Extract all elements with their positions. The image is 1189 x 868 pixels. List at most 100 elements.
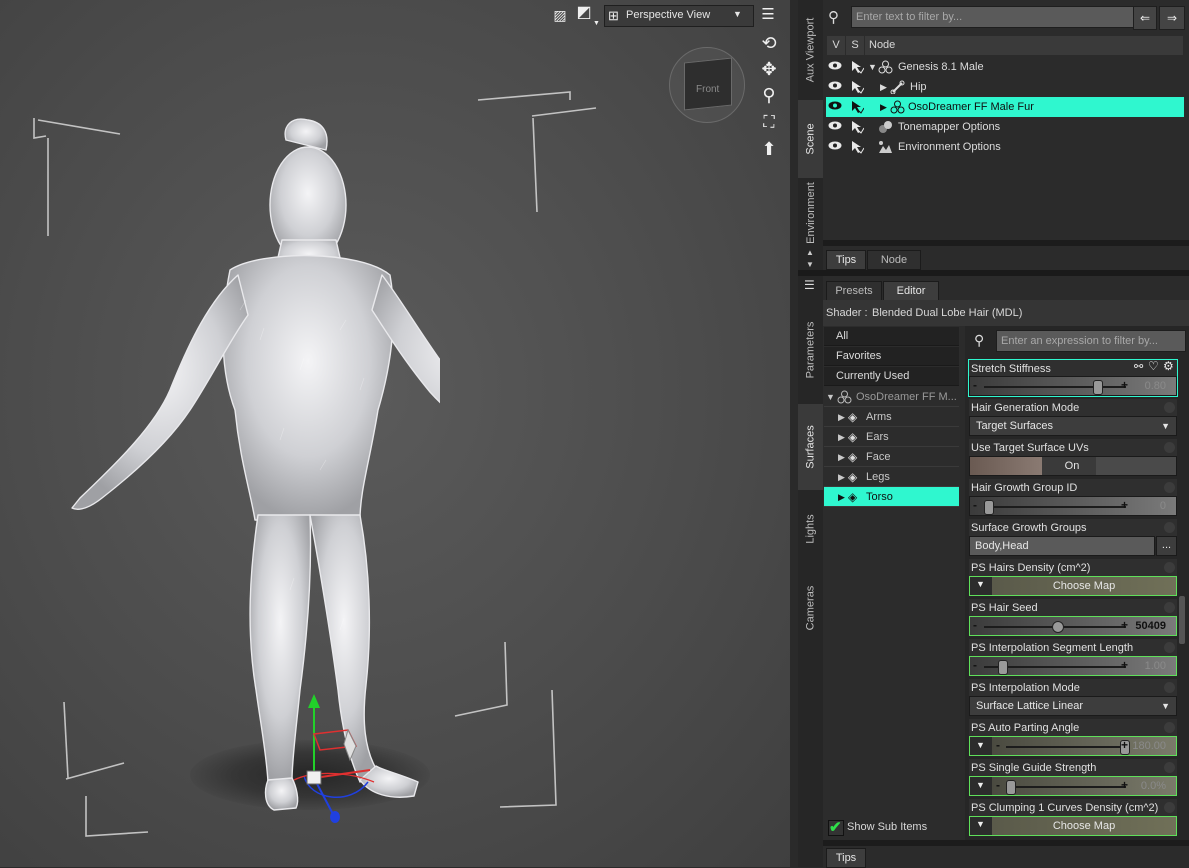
filter-next-button[interactable]: ⇒ bbox=[1159, 6, 1185, 30]
zoom-icon[interactable]: ⚲ bbox=[757, 84, 781, 108]
gear-icon[interactable] bbox=[1164, 642, 1175, 653]
link-icon[interactable]: ⚯ bbox=[1134, 360, 1143, 373]
toggle-on-state[interactable]: On bbox=[1050, 457, 1094, 475]
scene-node-row[interactable]: Environment Options bbox=[826, 137, 1184, 157]
column-visible[interactable]: V bbox=[827, 36, 845, 55]
filter-favorites[interactable]: Favorites bbox=[824, 347, 959, 366]
scene-node-row-selected[interactable]: ▶ OsoDreamer FF Male Fur bbox=[826, 97, 1184, 117]
expand-arrow-icon[interactable]: ▼ bbox=[826, 387, 835, 407]
pane-menu-icon[interactable]: ☰ bbox=[804, 278, 815, 292]
tab-tips[interactable]: Tips bbox=[826, 250, 866, 270]
viewport[interactable]: ▨ ◩ ▼ ⊞ Perspective View ▼ ☰ Front ⟲ ✥ ⚲… bbox=[0, 0, 790, 867]
visibility-eye-icon[interactable] bbox=[828, 61, 842, 70]
tab-environment[interactable]: Environment bbox=[798, 182, 823, 244]
surface-item[interactable]: ▶ ◈ Arms bbox=[824, 407, 959, 427]
tab-scroll-up-icon[interactable]: ▲ bbox=[806, 248, 814, 257]
gear-icon[interactable] bbox=[1164, 762, 1175, 773]
chevron-down-icon[interactable]: ▼ bbox=[976, 579, 985, 589]
gear-icon[interactable] bbox=[1164, 722, 1175, 733]
navigation-cube[interactable]: Front bbox=[669, 47, 745, 123]
orbit-icon[interactable]: ⟲ bbox=[757, 32, 781, 56]
slider-value[interactable]: 0.0% bbox=[1141, 780, 1166, 792]
slider-knob[interactable] bbox=[997, 660, 1008, 675]
visibility-eye-icon[interactable] bbox=[828, 81, 842, 90]
shading-dropdown-icon[interactable]: ▼ bbox=[593, 20, 600, 27]
map-menu-icon[interactable]: ▼ bbox=[976, 740, 985, 750]
slider-knob[interactable] bbox=[1092, 380, 1103, 395]
slider-value[interactable]: 0 bbox=[1160, 500, 1166, 512]
pan-icon[interactable]: ✥ bbox=[757, 58, 781, 82]
gear-icon[interactable]: ⚙ bbox=[1163, 359, 1174, 373]
tab-scroll-down-icon[interactable]: ▼ bbox=[806, 260, 814, 269]
camera-selector[interactable]: ⊞ Perspective View ▼ bbox=[604, 5, 754, 27]
tab-presets[interactable]: Presets bbox=[826, 281, 882, 301]
use-target-uvs-toggle[interactable]: On bbox=[969, 456, 1177, 476]
expand-arrow-icon[interactable]: ▶ bbox=[838, 407, 845, 427]
scene-node-row[interactable]: ▶ Hip bbox=[826, 77, 1184, 97]
expand-arrow-icon[interactable]: ▼ bbox=[868, 57, 877, 77]
gear-icon[interactable] bbox=[1164, 682, 1175, 693]
tab-aux-viewport[interactable]: Aux Viewport bbox=[798, 4, 823, 96]
tab-parameters[interactable]: Parameters bbox=[798, 300, 823, 400]
browse-button[interactable]: ... bbox=[1156, 536, 1177, 556]
stretch-stiffness-slider[interactable]: - + 0.80 bbox=[969, 376, 1177, 396]
surface-item[interactable]: ▶ ◈ Face bbox=[824, 447, 959, 467]
favorite-heart-icon[interactable]: ♡ bbox=[1148, 359, 1159, 373]
expand-arrow-icon[interactable]: ▶ bbox=[880, 77, 887, 97]
filter-currently-used[interactable]: Currently Used bbox=[824, 367, 959, 386]
tab-lights[interactable]: Lights bbox=[798, 494, 823, 564]
hairs-density-map-button[interactable]: ▼ Choose Map bbox=[969, 576, 1177, 596]
tab-node[interactable]: Node bbox=[867, 250, 921, 270]
surface-item[interactable]: ▶ ◈ Legs bbox=[824, 467, 959, 487]
single-guide-strength-slider[interactable]: ▼ - + 0.0% bbox=[969, 776, 1177, 796]
visibility-eye-icon[interactable] bbox=[828, 141, 842, 150]
hair-generation-mode-dropdown[interactable]: Target Surfaces ▼ bbox=[969, 416, 1177, 436]
map-menu-icon[interactable]: ▼ bbox=[976, 780, 985, 790]
visibility-eye-icon[interactable] bbox=[828, 101, 842, 110]
tab-scene[interactable]: Scene bbox=[798, 100, 823, 178]
slider-value[interactable]: 1.00 bbox=[1145, 660, 1166, 672]
gear-icon[interactable] bbox=[1164, 602, 1175, 613]
slider-value[interactable]: 0.80 bbox=[1145, 380, 1166, 392]
selectable-cursor-icon[interactable] bbox=[850, 120, 864, 134]
gear-icon[interactable] bbox=[1164, 482, 1175, 493]
transform-gizmo[interactable] bbox=[290, 690, 400, 830]
slider-knob[interactable] bbox=[984, 500, 994, 515]
hair-growth-group-slider[interactable]: - + 0 bbox=[969, 496, 1177, 516]
expand-arrow-icon[interactable]: ▶ bbox=[838, 487, 845, 507]
tab-tips-bottom[interactable]: Tips bbox=[826, 848, 866, 868]
scene-node-row[interactable]: ▼ Genesis 8.1 Male bbox=[826, 57, 1184, 77]
filter-prev-button[interactable]: ⇐ bbox=[1133, 6, 1157, 30]
tab-cameras[interactable]: Cameras bbox=[798, 568, 823, 648]
gear-icon[interactable] bbox=[1164, 442, 1175, 453]
gear-icon[interactable] bbox=[1164, 562, 1175, 573]
expand-arrow-icon[interactable]: ▶ bbox=[838, 427, 845, 447]
chevron-down-icon[interactable]: ▼ bbox=[976, 819, 985, 829]
show-sub-items-checkbox[interactable]: ✔ bbox=[828, 819, 844, 836]
slider-value[interactable]: 50409 bbox=[1135, 620, 1166, 632]
gear-icon[interactable] bbox=[1164, 802, 1175, 813]
scrollbar-thumb[interactable] bbox=[1179, 596, 1185, 644]
surface-item[interactable]: ▶ ◈ Ears bbox=[824, 427, 959, 447]
expand-arrow-icon[interactable]: ▶ bbox=[880, 97, 887, 117]
expand-arrow-icon[interactable]: ▶ bbox=[838, 467, 845, 487]
surface-growth-groups-field[interactable]: Body,Head bbox=[969, 536, 1155, 556]
slider-value[interactable]: 180.00 bbox=[1132, 740, 1166, 752]
surface-item-selected[interactable]: ▶ ◈ Torso bbox=[824, 487, 959, 507]
visibility-eye-icon[interactable] bbox=[828, 121, 842, 130]
clumping-density-map-button[interactable]: ▼ Choose Map bbox=[969, 816, 1177, 836]
interpolation-mode-dropdown[interactable]: Surface Lattice Linear ▼ bbox=[969, 696, 1177, 716]
viewport-menu-icon[interactable]: ☰ bbox=[756, 4, 780, 28]
slider-knob[interactable] bbox=[1006, 780, 1016, 795]
property-filter-input[interactable] bbox=[996, 330, 1186, 352]
column-node[interactable]: Node bbox=[865, 36, 1183, 55]
render-icon[interactable]: ▨ bbox=[548, 4, 572, 28]
tab-editor[interactable]: Editor bbox=[883, 281, 939, 301]
selectable-cursor-icon[interactable] bbox=[850, 80, 864, 94]
selectable-cursor-icon[interactable] bbox=[850, 100, 864, 114]
interpolation-segment-slider[interactable]: - + 1.00 bbox=[969, 656, 1177, 676]
toggle-off-state[interactable] bbox=[1096, 457, 1176, 475]
tab-surfaces[interactable]: Surfaces bbox=[798, 404, 823, 490]
selectable-cursor-icon[interactable] bbox=[850, 140, 864, 154]
hair-seed-slider[interactable]: - + 50409 bbox=[969, 616, 1177, 636]
